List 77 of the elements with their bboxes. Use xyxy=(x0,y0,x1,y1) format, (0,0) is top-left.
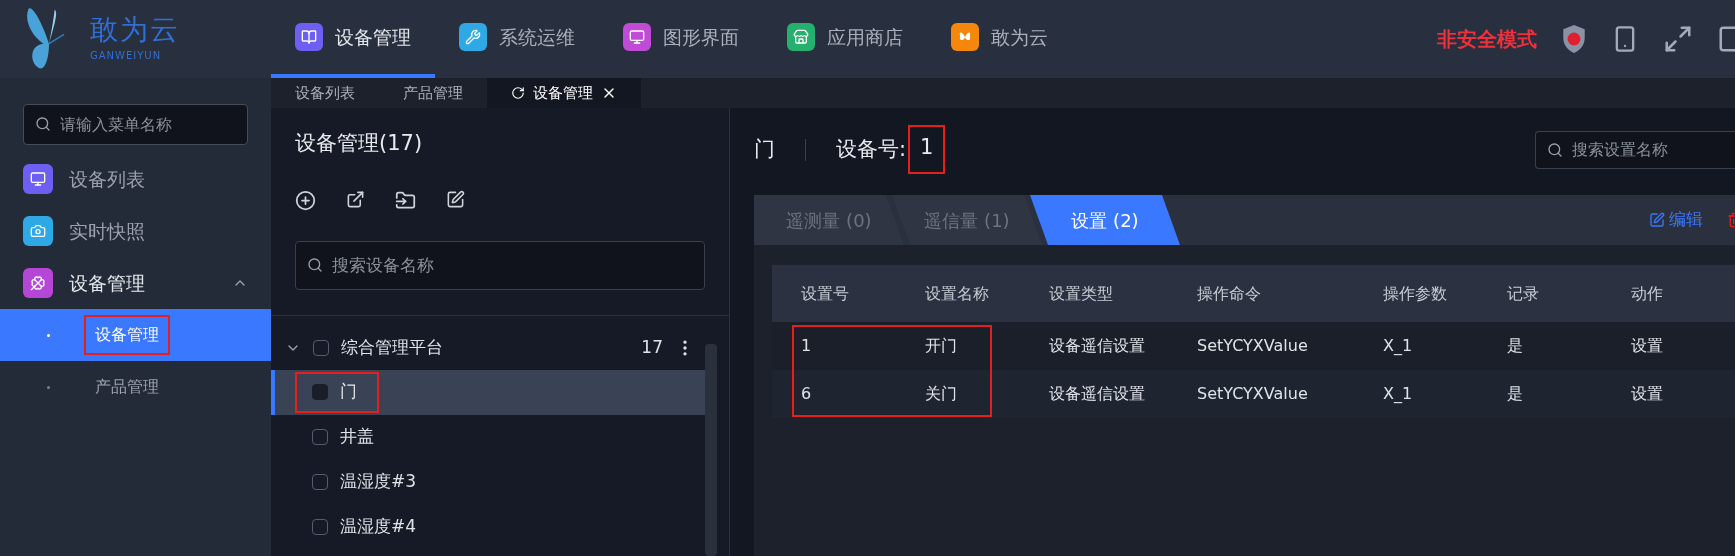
table-cell-text: 设置 xyxy=(1630,383,1664,405)
book-icon xyxy=(301,29,317,45)
table-cell-text: 6 xyxy=(800,383,813,405)
shield-alert-icon[interactable] xyxy=(1561,24,1587,54)
checkbox[interactable] xyxy=(312,384,328,400)
column-header: 设置号 xyxy=(800,282,850,305)
column-header: 动作 xyxy=(1630,282,1664,305)
nav-tab[interactable]: 图形界面 xyxy=(599,0,763,78)
table-cell-text: 设置 xyxy=(1630,335,1664,357)
nav-tab[interactable]: 敢为云 xyxy=(927,0,1072,78)
table-row[interactable]: 6 关门 设备遥信设置 SetYCYXValue X_1 是 设置 xyxy=(772,370,1735,418)
sidebar-item[interactable]: 设备管理 xyxy=(0,257,271,309)
search-icon xyxy=(35,116,51,132)
detail-tab[interactable]: 设置 (2) xyxy=(1030,195,1180,245)
checkbox[interactable] xyxy=(312,429,328,445)
submenu-item[interactable]: 设备管理 xyxy=(0,309,271,361)
wrench-icon xyxy=(465,29,481,45)
page-tab[interactable]: 产品管理 xyxy=(379,78,487,108)
submenu-item[interactable]: 产品管理 xyxy=(0,361,271,413)
tree-node[interactable]: 温湿度#4 xyxy=(271,504,705,550)
folder-import-icon[interactable] xyxy=(395,189,416,211)
tree-node[interactable]: 综合管理平台 17 xyxy=(271,325,705,370)
table-cell-text: 设备遥信设置 xyxy=(1048,335,1146,357)
table-cell-text: 1 xyxy=(800,335,813,357)
checkbox[interactable] xyxy=(313,339,329,356)
table-cell-text: SetYCYXValue xyxy=(1196,383,1309,405)
device-name: 门 xyxy=(754,135,775,163)
search-icon xyxy=(1547,141,1563,158)
edit-icon xyxy=(1649,212,1665,228)
column-header: 设置类型 xyxy=(1048,282,1114,305)
checkbox[interactable] xyxy=(312,474,328,490)
bullet-icon xyxy=(47,385,50,389)
logo-subtitle: GANWEIYUN xyxy=(90,48,163,63)
bullet-icon xyxy=(47,333,50,337)
table-cell-text: 关门 xyxy=(924,383,958,405)
refresh-icon xyxy=(511,86,525,100)
table-cell-text: 设备遥信设置 xyxy=(1048,383,1146,405)
device-number: 1 xyxy=(908,125,946,174)
column-header: 设置名称 xyxy=(924,282,990,305)
setting-search-field[interactable]: 搜索设置名称 xyxy=(1535,130,1735,169)
page-tab[interactable]: 设备管理 xyxy=(487,78,641,108)
menu-search-field[interactable]: 请输入菜单名称 xyxy=(23,104,248,145)
nav-tab[interactable]: 应用商店 xyxy=(763,0,927,78)
table-cell-text: X_1 xyxy=(1382,335,1414,357)
tree-node[interactable]: 温湿度#3 xyxy=(271,459,705,505)
table-cell-text: X_1 xyxy=(1382,383,1414,405)
fullscreen-icon[interactable] xyxy=(1663,24,1693,54)
column-header: 记录 xyxy=(1506,282,1540,305)
panel-title: 设备管理(17) xyxy=(295,130,424,157)
checkbox[interactable] xyxy=(312,519,328,535)
sidebar-item[interactable]: 设备列表 xyxy=(0,153,271,205)
device-number-label: 设备号: xyxy=(836,135,907,163)
clover-icon xyxy=(30,275,46,291)
store-icon xyxy=(793,29,809,45)
monitor-icon xyxy=(629,29,645,45)
nav-tab[interactable]: 系统运维 xyxy=(435,0,599,78)
node-count: 17 xyxy=(641,335,663,359)
table-cell-text: 是 xyxy=(1506,383,1524,405)
mode-label: 非安全模式 xyxy=(1437,26,1537,53)
logo-title: 敢为云 xyxy=(90,15,180,44)
table-cell-text: 是 xyxy=(1506,335,1524,357)
tree-node[interactable]: 井盖 xyxy=(271,414,705,460)
table-cell-text: SetYCYXValue xyxy=(1196,335,1309,357)
edit-icon[interactable] xyxy=(446,189,465,209)
tree-node[interactable]: 门 xyxy=(271,369,705,415)
sidebar-item[interactable]: 实时快照 xyxy=(0,205,271,257)
scrollbar[interactable] xyxy=(705,343,717,556)
device-search-field[interactable]: 搜索设备名称 xyxy=(295,240,705,290)
add-icon[interactable] xyxy=(295,189,316,211)
page-tab[interactable]: 设备列表 xyxy=(271,78,379,108)
column-header: 操作参数 xyxy=(1382,282,1448,305)
export-icon[interactable] xyxy=(346,189,365,209)
camera-icon xyxy=(30,223,46,239)
search-icon xyxy=(307,256,323,273)
table-cell-text: 开门 xyxy=(924,335,958,357)
column-header: 操作命令 xyxy=(1196,282,1262,305)
monitor-icon xyxy=(30,171,46,187)
